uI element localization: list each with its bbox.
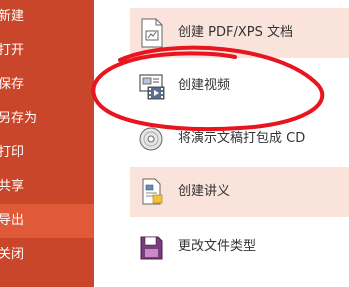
sidebar-item-label: 新建 [0,9,25,24]
create-video-icon [138,71,166,101]
sidebar-item-export[interactable]: 导出 [0,204,94,238]
sidebar-item-new[interactable]: 新建 [0,0,94,34]
export-option-create-handouts[interactable]: 创建讲义 [130,167,349,217]
sidebar-item-share[interactable]: 共享 [0,170,94,204]
export-option-create-video[interactable]: 创建视频 [130,61,349,111]
sidebar-item-label: 导出 [0,213,25,228]
sidebar-item-save[interactable]: 保存 [0,68,94,102]
backstage-export-view: 新建 打开 保存 另存为 打印 共享 导出 关闭 创建 PDF/XPS 文档 创… [0,0,349,287]
pdf-document-icon [138,18,166,48]
export-option-label: 创建讲义 [178,184,231,199]
export-option-label: 将演示文稿打包成 CD [178,131,306,146]
handout-icon [138,177,166,207]
sidebar-item-label: 打印 [0,145,25,160]
backstage-sidebar: 新建 打开 保存 另存为 打印 共享 导出 关闭 [0,0,94,287]
export-option-label: 创建视频 [178,78,231,93]
sidebar-item-open[interactable]: 打开 [0,34,94,68]
sidebar-item-label: 另存为 [0,111,38,126]
export-option-package-cd[interactable]: 将演示文稿打包成 CD [130,114,349,164]
export-option-label: 更改文件类型 [178,239,257,254]
sidebar-item-label: 关闭 [0,247,25,262]
export-option-change-file-type[interactable]: 更改文件类型 [130,222,349,272]
sidebar-item-save-as[interactable]: 另存为 [0,102,94,136]
sidebar-item-label: 打开 [0,43,25,58]
sidebar-item-print[interactable]: 打印 [0,136,94,170]
export-option-label: 创建 PDF/XPS 文档 [178,25,293,40]
cd-disc-icon [138,124,166,154]
sidebar-item-close[interactable]: 关闭 [0,238,94,272]
change-file-type-icon [138,232,166,262]
sidebar-item-label: 共享 [0,179,25,194]
sidebar-item-label: 保存 [0,77,25,92]
export-option-create-pdf[interactable]: 创建 PDF/XPS 文档 [130,8,349,58]
